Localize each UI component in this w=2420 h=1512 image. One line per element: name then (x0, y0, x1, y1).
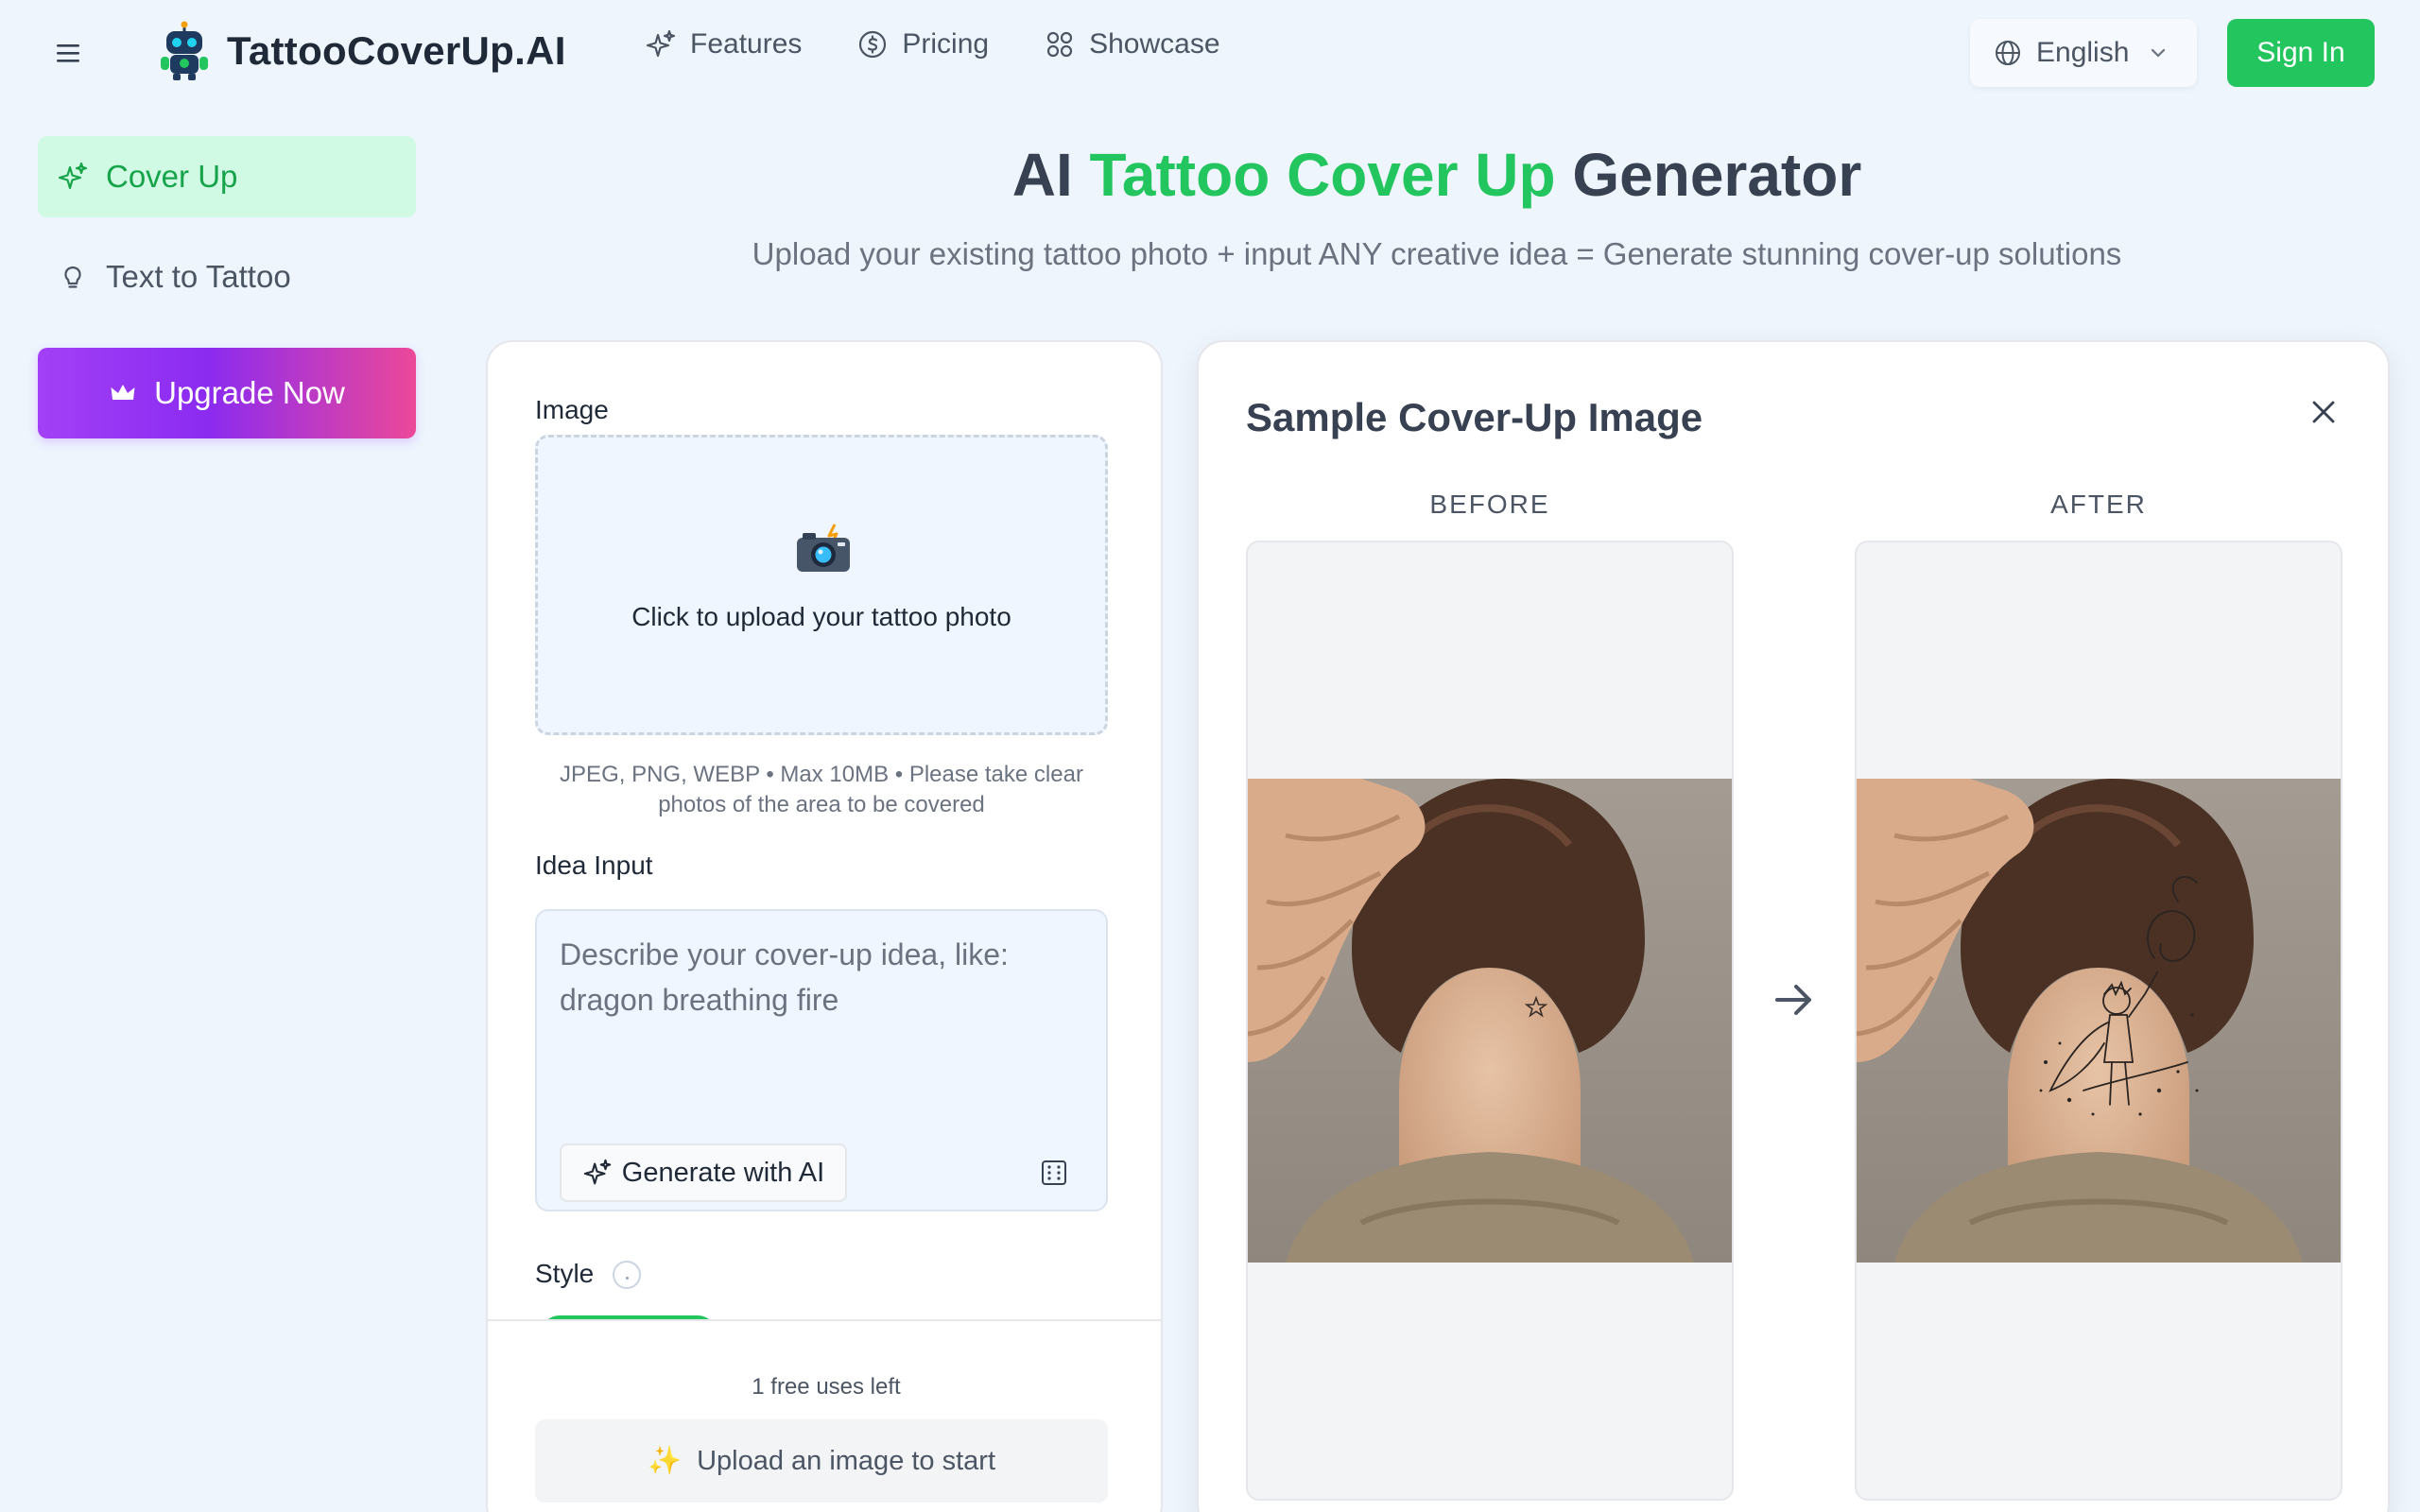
chevron-down-icon (2152, 48, 2166, 58)
after-label: AFTER (2050, 490, 2147, 519)
sparkle-emoji-icon: ✨ (647, 1446, 683, 1476)
sign-in-button[interactable]: Sign In (2227, 19, 2375, 87)
upload-to-start-label: Upload an image to start (697, 1445, 996, 1476)
arrow-right-icon (1775, 985, 1811, 1015)
crown-icon (111, 385, 135, 400)
page-subtitle: Upload your existing tattoo photo + inpu… (752, 236, 2122, 271)
sidebar-item-label: Text to Tattoo (106, 259, 291, 294)
upgrade-label: Upgrade Now (154, 375, 345, 410)
title-prefix: AI (1011, 141, 1090, 209)
upload-hint: JPEG, PNG, WEBP • Max 10MB • Please take… (560, 762, 1083, 817)
brand-name[interactable]: TattooCoverUp.AI (227, 28, 566, 74)
dice-random-icon[interactable] (1040, 1159, 1068, 1187)
language-label: English (2036, 37, 2130, 68)
form-footer: 1 free uses left ✨ Upload an image to st… (488, 1319, 1161, 1512)
sidebar-item-cover-up[interactable]: Cover Up (38, 136, 416, 217)
image-upload-dropzone[interactable]: 📸 Click to upload your tattoo photo (535, 435, 1108, 735)
top-bar: TattooCoverUp.AI Features Pricing Showca… (0, 0, 2420, 104)
nav-showcase-label: Showcase (1089, 28, 1220, 60)
page-title: AI Tattoo Cover Up Generator (484, 140, 2390, 210)
hamburger-menu-icon[interactable] (49, 38, 87, 68)
after-image-frame (1855, 541, 2342, 1501)
language-selector[interactable]: English (1970, 19, 2197, 87)
camera-flash-icon (797, 524, 850, 572)
sidebar-item-text-to-tattoo[interactable]: Text to Tattoo (38, 236, 416, 318)
grid-icon (1046, 31, 1073, 58)
nav-pricing-label: Pricing (902, 28, 990, 60)
upload-instruction: Click to upload your tattoo photo (631, 602, 1011, 631)
nav-features-label: Features (690, 28, 803, 60)
sparkles-icon (58, 162, 88, 190)
before-label: BEFORE (1429, 490, 1550, 519)
generator-form-panel: Image 📸 Click to upload your tattoo phot… (486, 340, 1163, 1512)
style-label: Style (535, 1259, 595, 1288)
free-uses-counter: 1 free uses left (752, 1374, 901, 1400)
upload-to-start-button[interactable]: ✨ Upload an image to start (535, 1419, 1108, 1503)
main-nav: Features Pricing Showcase (645, 28, 1220, 60)
sidebar-item-label: Cover Up (106, 159, 238, 194)
generate-with-ai-button[interactable]: Generate with AI (560, 1143, 847, 1202)
title-suffix: Generator (1555, 141, 1862, 209)
globe-icon (1996, 41, 2020, 65)
upgrade-now-button[interactable]: Upgrade Now (38, 348, 416, 438)
close-icon[interactable] (2307, 395, 2341, 429)
idea-input-label: Idea Input (535, 850, 653, 880)
sample-card-title: Sample Cover-Up Image (1246, 395, 1703, 439)
sample-cover-up-card: Sample Cover-Up Image BEFORE AFTER (1197, 340, 2390, 1512)
nav-showcase[interactable]: Showcase (1044, 28, 1220, 60)
generate-with-ai-label: Generate with AI (621, 1157, 825, 1188)
sparkles-icon (646, 29, 676, 58)
style-info-icon[interactable] (613, 1261, 641, 1289)
dollar-circle-icon (859, 30, 887, 59)
before-photo (1248, 779, 1732, 1263)
image-label: Image (535, 395, 609, 424)
nav-features[interactable]: Features (645, 28, 802, 60)
idea-placeholder: Describe your cover-up idea, like: drago… (560, 937, 1009, 1017)
title-accent: Tattoo Cover Up (1089, 141, 1556, 209)
sparkles-icon (583, 1159, 612, 1185)
idea-input-field[interactable]: Describe your cover-up idea, like: drago… (535, 909, 1108, 1211)
nav-pricing[interactable]: Pricing (856, 28, 989, 60)
lightbulb-icon (64, 266, 81, 288)
before-image-frame (1246, 541, 1734, 1501)
after-photo (1857, 779, 2341, 1263)
robot-logo-icon[interactable] (153, 21, 216, 83)
